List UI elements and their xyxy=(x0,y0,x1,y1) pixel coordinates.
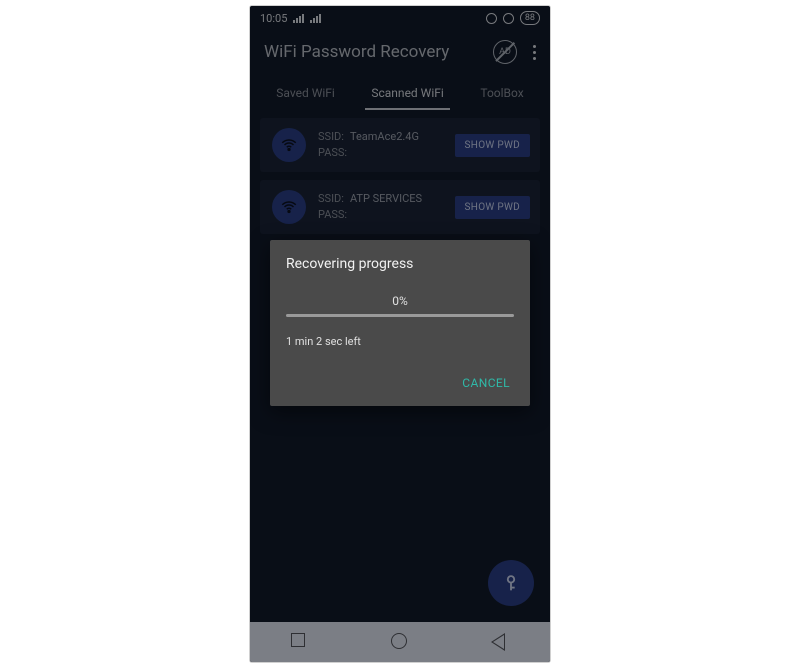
show-password-button[interactable]: SHOW PWD xyxy=(455,196,530,219)
network-info: SSID: ATP SERVICES PASS: xyxy=(318,191,443,224)
network-card[interactable]: SSID: ATP SERVICES PASS: SHOW PWD xyxy=(260,180,540,234)
app-bar: WiFi Password Recovery AD xyxy=(250,30,550,74)
tab-saved-wifi[interactable]: Saved WiFi xyxy=(270,78,341,110)
system-nav-bar xyxy=(250,622,550,662)
wifi-icon xyxy=(272,190,306,224)
status-bar: 10:05 88 xyxy=(250,6,550,30)
back-button[interactable] xyxy=(491,633,509,651)
ssid-value: ATP SERVICES xyxy=(350,191,422,208)
progress-dialog: Recovering progress 0% 1 min 2 sec left … xyxy=(270,240,530,406)
status-left: 10:05 xyxy=(260,12,321,25)
alarm-icon xyxy=(486,13,497,24)
pass-label: PASS: xyxy=(318,207,347,224)
battery-indicator: 88 xyxy=(520,11,540,25)
tab-scanned-wifi[interactable]: Scanned WiFi xyxy=(365,78,449,110)
status-time: 10:05 xyxy=(260,12,287,25)
signal-icon xyxy=(293,13,304,23)
network-list: SSID: TeamAce2.4G PASS: SHOW PWD SSID: ATP… xyxy=(250,110,550,242)
progress-eta: 1 min 2 sec left xyxy=(286,335,514,348)
network-info: SSID: TeamAce2.4G PASS: xyxy=(318,129,443,162)
progress-percent: 0% xyxy=(286,294,514,308)
app-actions: AD xyxy=(493,40,540,64)
phone-frame: 10:05 88 WiFi Password Recovery AD Saved… xyxy=(250,6,550,662)
ssid-label: SSID: xyxy=(318,191,344,208)
pass-label: PASS: xyxy=(318,145,347,162)
signal-icon xyxy=(310,13,321,23)
wifi-icon xyxy=(272,128,306,162)
no-ads-icon[interactable]: AD xyxy=(493,40,517,64)
recover-fab[interactable] xyxy=(488,560,534,606)
app-title: WiFi Password Recovery xyxy=(264,42,449,62)
tab-toolbox[interactable]: ToolBox xyxy=(474,78,529,110)
network-card[interactable]: SSID: TeamAce2.4G PASS: SHOW PWD xyxy=(260,118,540,172)
dialog-actions: CANCEL xyxy=(286,370,514,396)
clock-icon xyxy=(503,13,514,24)
show-password-button[interactable]: SHOW PWD xyxy=(455,134,530,157)
status-right: 88 xyxy=(486,11,540,25)
dialog-title: Recovering progress xyxy=(286,256,514,272)
progress-section: 0% xyxy=(286,294,514,317)
home-button[interactable] xyxy=(391,633,409,651)
cancel-button[interactable]: CANCEL xyxy=(458,370,514,396)
ssid-value: TeamAce2.4G xyxy=(350,129,419,146)
overflow-menu-icon[interactable] xyxy=(529,41,540,64)
ssid-label: SSID: xyxy=(318,129,344,146)
progress-bar xyxy=(286,314,514,317)
tab-bar: Saved WiFi Scanned WiFi ToolBox xyxy=(250,74,550,110)
recent-apps-button[interactable] xyxy=(291,633,309,651)
ad-label: AD xyxy=(499,47,511,57)
